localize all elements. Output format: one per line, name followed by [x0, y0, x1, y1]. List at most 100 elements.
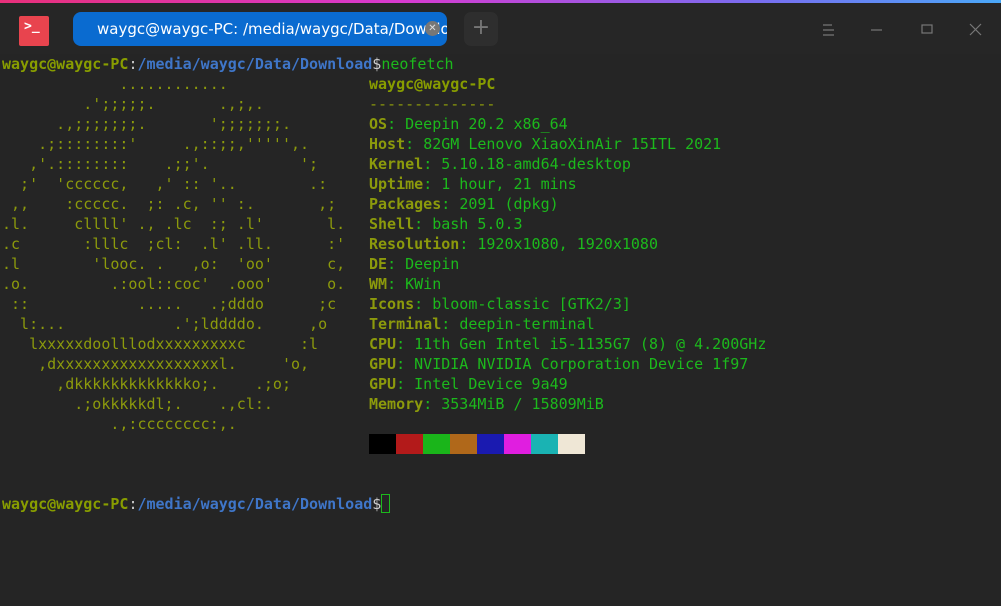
- info-value: bash 5.0.3: [432, 215, 523, 233]
- terminal-output[interactable]: waygc@waygc-PC:/media/waygc/Data/Downloa…: [2, 54, 1001, 514]
- prompt-line: waygc@waygc-PC:/media/waygc/Data/Downloa…: [2, 54, 1001, 74]
- tab-close-icon[interactable]: ✕: [425, 21, 440, 36]
- output-line: .';;;;;. .,;,. --------------: [2, 94, 1001, 114]
- info-line: GPU: NVIDIA NVIDIA Corporation Device 1f…: [369, 354, 748, 374]
- ascii-logo-line: .c :lllc ;cl: .l' .ll. :': [2, 235, 346, 253]
- prompt-path: /media/waygc/Data/Download: [137, 495, 373, 513]
- color-swatch: [396, 434, 423, 454]
- output-line: :: ..... .;dddo ;c Icons: bloom-classic […: [2, 294, 1001, 314]
- info-title: waygc@waygc-PC: [369, 75, 496, 93]
- info-line: Icons: bloom-classic [GTK2/3]: [369, 294, 631, 314]
- info-value: deepin-terminal: [459, 315, 595, 333]
- output-line: l:... .';lddddo. ,o Terminal: deepin-term…: [2, 314, 1001, 334]
- info-colon: :: [414, 215, 433, 233]
- ascii-logo-line: ,dxxxxxxxxxxxxxxxxxxl. 'o,: [2, 355, 310, 373]
- ascii-logo-line: .;okkkkkdl;. .,cl:.: [2, 395, 273, 413]
- output-line: .,:cccccccc:,.: [2, 414, 1001, 434]
- prompt-path: /media/waygc/Data/Download: [137, 55, 373, 73]
- output-line: ,dxxxxxxxxxxxxxxxxxxl. 'o, GPU: NVIDIA NV…: [2, 354, 1001, 374]
- new-tab-button[interactable]: +: [464, 12, 498, 46]
- output-line: .l. cllll' ., .lc :; .l' l. Shell: bash 5…: [2, 214, 1001, 234]
- info-colon: :: [459, 235, 478, 253]
- maximize-icon[interactable]: [915, 18, 939, 42]
- ascii-logo-line: [2, 474, 369, 494]
- output-line: ,'.:::::::: .;;'. '; Kernel: 5.10.18-amd6…: [2, 154, 1001, 174]
- info-line: Shell: bash 5.0.3: [369, 214, 523, 234]
- color-swatch: [558, 434, 585, 454]
- info-colon: :: [441, 195, 460, 213]
- info-key: OS: [369, 115, 388, 133]
- info-line: Uptime: 1 hour, 21 mins: [369, 174, 577, 194]
- info-value: NVIDIA NVIDIA Corporation Device 1f97: [414, 355, 749, 373]
- info-line: CPU: 11th Gen Intel i5-1135G7 (8) @ 4.20…: [369, 334, 766, 354]
- info-underline: --------------: [369, 95, 496, 113]
- output-line: .l 'looc. . ,o: 'oo' c, DE: Deepin: [2, 254, 1001, 274]
- info-key: Memory: [369, 395, 424, 413]
- output-line: ,, :ccccc. ;: .c, '' :. ,; Packages: 2091…: [2, 194, 1001, 214]
- info-key: CPU: [369, 335, 397, 353]
- info-colon: :: [387, 115, 406, 133]
- info-colon: :: [396, 375, 415, 393]
- output-line: .;okkkkkdl;. .,cl:. Memory: 3534MiB / 158…: [2, 394, 1001, 414]
- info-line: waygc@waygc-PC: [369, 74, 495, 94]
- info-key: Packages: [369, 195, 442, 213]
- minimize-icon[interactable]: [865, 18, 889, 42]
- info-colon: :: [396, 335, 415, 353]
- tab-terminal[interactable]: waygc@waygc-PC: /media/waygc/Data/Downlo…: [73, 12, 447, 46]
- info-value: KWin: [405, 275, 442, 293]
- info-colon: :: [423, 155, 442, 173]
- info-key: GPU: [369, 375, 397, 393]
- ascii-logo-line: [2, 454, 369, 474]
- cursor: [381, 494, 391, 513]
- ascii-logo-line: .o. .:ool::coc' .ooo' o.: [2, 275, 346, 293]
- ascii-logo-line: ,'.:::::::: .;;'. ';: [2, 155, 319, 173]
- ascii-logo-line: ;' 'cccccc, ,' :: '.. .:: [2, 175, 328, 193]
- info-line: Terminal: deepin-terminal: [369, 314, 595, 334]
- color-swatch: [504, 434, 531, 454]
- ascii-logo-line: .l 'looc. . ,o: 'oo' c,: [2, 255, 346, 273]
- info-value: 3534MiB / 15809MiB: [441, 395, 604, 413]
- info-line: WM: KWin: [369, 274, 441, 294]
- info-line: --------------: [369, 94, 495, 114]
- prompt-dollar: $: [372, 495, 382, 513]
- output-line: .c :lllc ;cl: .l' .ll. :' Resolution: 192…: [2, 234, 1001, 254]
- ascii-logo-line: .l. cllll' ., .lc :; .l' l.: [2, 215, 346, 233]
- info-value: Intel Device 9a49: [414, 375, 568, 393]
- info-line: GPU: Intel Device 9a49: [369, 374, 568, 394]
- close-icon[interactable]: [964, 18, 988, 42]
- info-key: DE: [369, 255, 388, 273]
- menu-icon[interactable]: [816, 18, 840, 42]
- ascii-logo-line: :: ..... .;dddo ;c: [2, 295, 337, 313]
- info-key: Icons: [369, 295, 415, 313]
- info-value: 1 hour, 21 mins: [441, 175, 577, 193]
- info-colon: :: [405, 135, 424, 153]
- prompt-user: waygc@waygc-PC: [2, 55, 129, 73]
- tab-title: waygc@waygc-PC: /media/waygc/Data/Downlo…: [97, 20, 447, 38]
- prompt-separator: :: [128, 495, 138, 513]
- ascii-logo-line: ,dkkkkkkkkkkkkko;. .;o;: [2, 375, 291, 393]
- ascii-logo-line: .,;;;;;;;. ';;;;;;;.: [2, 115, 291, 133]
- info-line: [369, 434, 585, 454]
- info-value: 11th Gen Intel i5-1135G7 (8) @ 4.200GHz: [414, 335, 767, 353]
- info-line: Packages: 2091 (dpkg): [369, 194, 559, 214]
- info-colon: :: [387, 275, 406, 293]
- color-swatch: [369, 434, 396, 454]
- info-line: Memory: 3534MiB / 15809MiB: [369, 394, 604, 414]
- info-value: 82GM Lenovo XiaoXinAir 15ITL 2021: [423, 135, 722, 153]
- info-colon: :: [396, 355, 415, 373]
- titlebar: >_ waygc@waygc-PC: /media/waygc/Data/Dow…: [0, 3, 1001, 54]
- prompt-separator: :: [128, 55, 138, 73]
- output-line: [2, 434, 1001, 454]
- info-value: 1920x1080, 1920x1080: [477, 235, 658, 253]
- ascii-logo-line: .';;;;;. .,;,.: [2, 95, 264, 113]
- info-line: Resolution: 1920x1080, 1920x1080: [369, 234, 658, 254]
- ascii-logo-line: lxxxxxdoolllodxxxxxxxxxc :l: [2, 335, 319, 353]
- ascii-logo-line: .;::::::::' .,::;;,''''',.: [2, 135, 310, 153]
- info-colon: :: [387, 255, 406, 273]
- info-line: DE: Deepin: [369, 254, 459, 274]
- output-line: .,;;;;;;;. ';;;;;;;. OS: Deepin 20.2 x86_…: [2, 114, 1001, 134]
- prompt-line: waygc@waygc-PC:/media/waygc/Data/Downloa…: [2, 494, 1001, 514]
- info-colon: :: [423, 395, 442, 413]
- ascii-logo-line: ,, :ccccc. ;: .c, '' :. ,;: [2, 195, 337, 213]
- info-value: Deepin: [405, 255, 460, 273]
